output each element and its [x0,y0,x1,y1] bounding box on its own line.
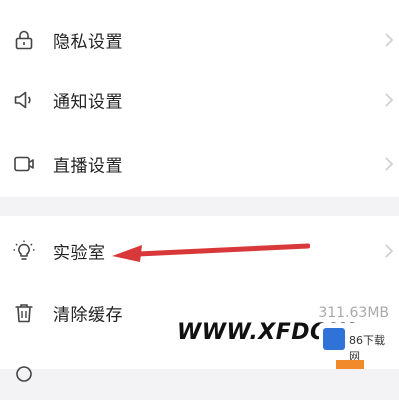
video-camera-icon [14,156,34,172]
trash-icon [15,304,33,323]
chevron-right-icon [385,33,394,47]
lock-icon [15,30,33,50]
settings-row-live-label: 直播设置 [53,156,123,177]
settings-row-lab-label: 实验室 [53,243,106,264]
chevron-right-icon [385,93,394,107]
settings-card-general: 隐私设置 通知设置 直播设置 [0,0,399,197]
settings-row-clear-cache-label: 清除缓存 [53,305,123,326]
settings-row-privacy[interactable]: 隐私设置 [0,14,399,66]
partial-badge [336,360,364,369]
speaker-icon [14,91,31,109]
settings-row-privacy-label: 隐私设置 [53,32,123,53]
chevron-right-icon [385,244,394,258]
settings-row-live[interactable]: 直播设置 [0,138,399,190]
settings-row-partial[interactable] [0,348,399,400]
lightbulb-icon [13,240,35,260]
annotation-arrow [112,243,310,262]
watermark-badge-icon [323,328,345,350]
chevron-right-icon [385,157,394,171]
settings-row-notifications[interactable]: 通知设置 [0,74,399,126]
cache-size-value: 311.63MB [318,305,389,321]
watermark-logo: 86下载网 [319,323,394,363]
settings-item-icon [16,366,32,382]
settings-row-notifications-label: 通知设置 [53,92,123,113]
